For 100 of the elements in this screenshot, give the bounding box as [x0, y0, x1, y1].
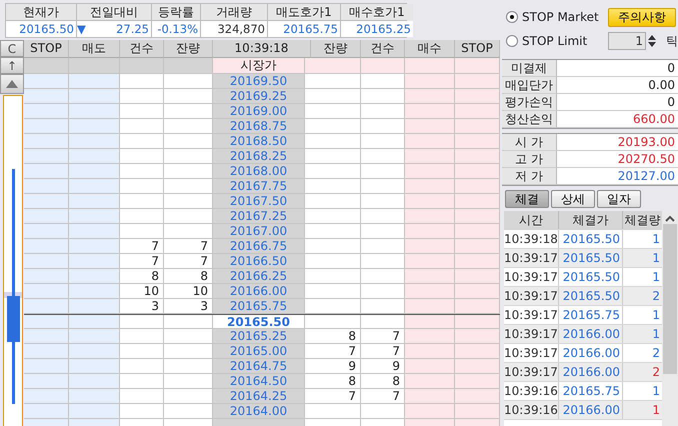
stop-sell-cell[interactable] — [24, 74, 69, 89]
stop-sell-cell[interactable] — [24, 119, 69, 134]
stop-buy-cell[interactable] — [455, 359, 500, 374]
stop-sell-cell[interactable] — [24, 284, 69, 299]
tab[interactable]: 일자 — [597, 190, 641, 208]
scrollbar-thumb[interactable] — [663, 224, 678, 374]
buy-order-cell[interactable] — [405, 149, 455, 164]
sell-order-cell[interactable] — [69, 359, 120, 374]
buy-order-cell[interactable] — [405, 74, 455, 89]
stop-buy-cell[interactable] — [455, 209, 500, 224]
sell-order-cell[interactable] — [69, 134, 120, 149]
sell-order-cell[interactable] — [69, 299, 120, 314]
sell-order-cell[interactable] — [69, 209, 120, 224]
sell-order-cell[interactable] — [69, 329, 120, 344]
sell-order-cell[interactable] — [69, 119, 120, 134]
buy-order-cell[interactable] — [405, 254, 455, 269]
buy-order-cell[interactable] — [405, 389, 455, 404]
scrollbar[interactable] — [662, 211, 678, 426]
sell-order-cell[interactable] — [69, 374, 120, 389]
stop-sell-cell[interactable] — [24, 315, 69, 329]
stop-sell-cell[interactable] — [24, 389, 69, 404]
sell-order-cell[interactable] — [69, 254, 120, 269]
buy-order-cell[interactable] — [405, 179, 455, 194]
stop-sell-cell[interactable] — [24, 89, 69, 104]
stop-buy-cell[interactable] — [455, 164, 500, 179]
sell-order-cell[interactable] — [69, 389, 120, 404]
stop-sell-cell[interactable] — [24, 374, 69, 389]
stop-sell-cell[interactable] — [24, 104, 69, 119]
sell-order-cell[interactable] — [69, 224, 120, 239]
order-type-radio[interactable]: STOP Market — [506, 10, 602, 24]
stop-buy-cell[interactable] — [455, 104, 500, 119]
stop-buy-cell[interactable] — [455, 194, 500, 209]
buy-order-cell[interactable] — [405, 404, 455, 419]
radio-button[interactable] — [506, 35, 518, 47]
stop-sell-cell[interactable] — [24, 164, 69, 179]
stop-sell-cell[interactable] — [24, 269, 69, 284]
sell-order-cell[interactable] — [69, 284, 120, 299]
stop-sell-cell[interactable] — [24, 224, 69, 239]
stop-sell-cell[interactable] — [24, 149, 69, 164]
center-button[interactable] — [0, 74, 24, 94]
buy-order-cell[interactable] — [405, 119, 455, 134]
stop-buy-cell[interactable] — [455, 329, 500, 344]
stop-buy-cell[interactable] — [455, 284, 500, 299]
sell-order-cell[interactable] — [69, 194, 120, 209]
scroll-up-icon[interactable] — [665, 215, 676, 222]
buy-order-cell[interactable] — [405, 224, 455, 239]
clear-button[interactable]: C — [0, 40, 24, 57]
stop-sell-cell[interactable] — [24, 329, 69, 344]
scroll-up-button[interactable]: ↑ — [0, 57, 24, 74]
market-price-label[interactable]: 시장가 — [213, 58, 305, 74]
buy-order-cell[interactable] — [405, 315, 455, 329]
tab[interactable]: 상세 — [551, 190, 595, 208]
stop-buy-cell[interactable] — [455, 389, 500, 404]
sell-order-cell[interactable] — [69, 269, 120, 284]
sell-order-cell[interactable] — [69, 315, 120, 329]
buy-order-cell[interactable] — [405, 104, 455, 119]
stop-sell-cell[interactable] — [24, 134, 69, 149]
stop-buy-cell[interactable] — [455, 149, 500, 164]
spin-arrows-icon[interactable] — [646, 33, 658, 49]
order-type-radio[interactable]: STOP Limit — [506, 34, 602, 48]
sell-order-cell[interactable] — [69, 344, 120, 359]
buy-order-cell[interactable] — [405, 344, 455, 359]
stop-sell-cell[interactable] — [24, 344, 69, 359]
radio-button[interactable] — [506, 11, 518, 23]
buy-order-cell[interactable] — [405, 164, 455, 179]
buy-order-cell[interactable] — [405, 209, 455, 224]
stop-buy-cell[interactable] — [455, 74, 500, 89]
sell-order-cell[interactable] — [69, 149, 120, 164]
buy-order-cell[interactable] — [405, 269, 455, 284]
tick-input-field[interactable]: 1 — [608, 32, 646, 50]
stop-buy-cell[interactable] — [455, 134, 500, 149]
sell-order-cell[interactable] — [69, 89, 120, 104]
buy-order-cell[interactable] — [405, 239, 455, 254]
stop-sell-cell[interactable] — [24, 239, 69, 254]
stop-sell-cell[interactable] — [24, 359, 69, 374]
stop-buy-cell[interactable] — [455, 119, 500, 134]
sell-order-cell[interactable] — [69, 164, 120, 179]
stop-buy-cell[interactable] — [455, 344, 500, 359]
stop-sell-cell[interactable] — [24, 179, 69, 194]
notice-button[interactable]: 주의사항 — [608, 8, 676, 26]
stop-sell-cell[interactable] — [24, 209, 69, 224]
buy-order-cell[interactable] — [405, 329, 455, 344]
sell-order-cell[interactable] — [69, 179, 120, 194]
stop-sell-cell[interactable] — [24, 254, 69, 269]
stop-buy-cell[interactable] — [455, 404, 500, 419]
sell-order-cell[interactable] — [69, 74, 120, 89]
stop-buy-cell[interactable] — [455, 374, 500, 389]
stop-sell-cell[interactable] — [24, 194, 69, 209]
tab[interactable]: 체결 — [505, 190, 549, 208]
buy-order-cell[interactable] — [405, 89, 455, 104]
stop-buy-cell[interactable] — [455, 315, 500, 329]
sell-order-cell[interactable] — [69, 404, 120, 419]
stop-buy-cell[interactable] — [455, 179, 500, 194]
buy-order-cell[interactable] — [405, 374, 455, 389]
stop-buy-cell[interactable] — [455, 254, 500, 269]
stop-buy-cell[interactable] — [455, 224, 500, 239]
buy-order-cell[interactable] — [405, 194, 455, 209]
buy-order-cell[interactable] — [405, 299, 455, 314]
buy-order-cell[interactable] — [405, 134, 455, 149]
stop-buy-cell[interactable] — [455, 269, 500, 284]
